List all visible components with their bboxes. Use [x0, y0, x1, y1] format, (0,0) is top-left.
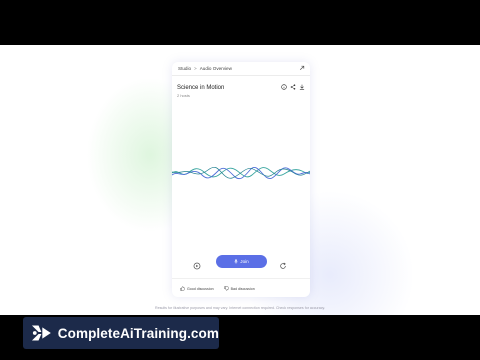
join-label: Join [240, 259, 249, 264]
breadcrumb: Studio > Audio Overview [178, 66, 232, 71]
thumbs-down-icon [223, 286, 229, 291]
info-icon[interactable] [281, 84, 287, 90]
collapse-icon[interactable] [299, 65, 305, 73]
disclaimer-text: Results for illustrative purposes and ma… [154, 306, 326, 310]
audio-waveform [172, 166, 310, 180]
breadcrumb-studio[interactable]: Studio [178, 66, 191, 71]
brand-name: CompleteAiTraining.com [57, 325, 219, 341]
bad-discussion-button[interactable]: Bad discussion [223, 286, 255, 291]
overview-title: Science in Motion [177, 85, 225, 91]
audio-overview-panel: Studio > Audio Overview Science in Motio… [172, 62, 310, 297]
download-icon[interactable] [299, 84, 305, 90]
thumbs-up-icon [180, 286, 185, 291]
good-discussion-label: Good discussion [187, 286, 214, 291]
breadcrumb-separator: > [194, 66, 197, 71]
bad-discussion-label: Bad discussion [230, 286, 255, 291]
mic-icon [234, 258, 239, 265]
brand-logo [31, 325, 51, 341]
share-icon[interactable] [290, 84, 296, 90]
divider [172, 278, 310, 279]
join-button[interactable]: Join [216, 255, 267, 268]
overview-subtitle: 2 hosts [177, 93, 190, 98]
divider [172, 75, 310, 76]
good-discussion-button[interactable]: Good discussion [180, 286, 214, 291]
refresh-icon[interactable] [279, 257, 287, 275]
breadcrumb-current: Audio Overview [199, 66, 232, 71]
rewind-icon[interactable] [193, 257, 201, 275]
brand-banner: CompleteAiTraining.com [23, 317, 219, 349]
